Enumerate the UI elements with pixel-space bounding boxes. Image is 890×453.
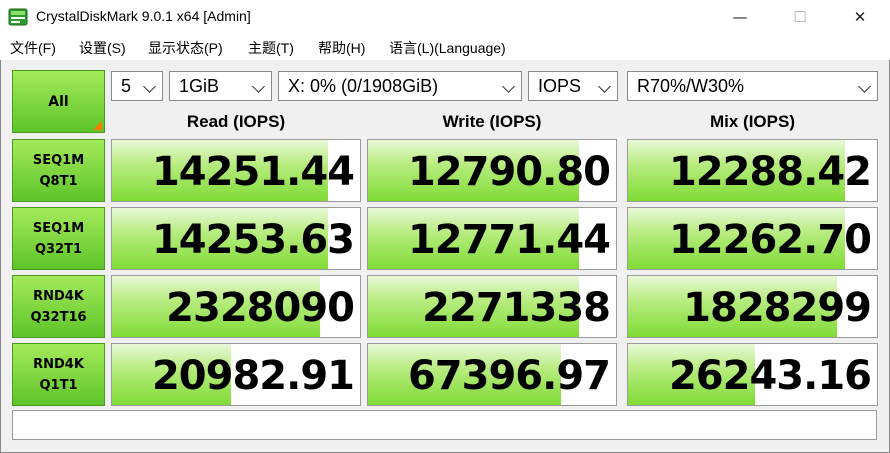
column-header-read: Read (IOPS) xyxy=(186,112,286,131)
window-title: CrystalDiskMark 9.0.1 x64 [Admin] xyxy=(36,8,251,24)
result-cell-read: 2328090 xyxy=(111,275,361,338)
result-cell-read: 14251.44 xyxy=(111,139,361,202)
run-all-button[interactable]: All xyxy=(12,70,105,133)
chevron-down-icon xyxy=(252,80,265,93)
result-value: 14251.44 xyxy=(151,149,355,195)
result-value: 14253.63 xyxy=(151,217,355,263)
result-value: 12771.44 xyxy=(407,217,611,263)
result-value: 2271338 xyxy=(422,285,611,331)
test-count-select[interactable]: 5 xyxy=(111,71,163,101)
result-cell-write: 67396.97 xyxy=(367,343,617,406)
result-value: 12288.42 xyxy=(668,149,872,195)
test-button-seq1m-q8t1[interactable]: SEQ1M Q8T1 xyxy=(12,139,105,202)
result-value: 12262.70 xyxy=(668,217,872,263)
test-size-value: 1GiB xyxy=(179,76,220,96)
result-cell-mix: 1828299 xyxy=(627,275,878,338)
close-button[interactable]: ✕ xyxy=(830,0,890,34)
test-name-line2: Q8T1 xyxy=(39,173,78,189)
test-size-select[interactable]: 1GiB xyxy=(169,71,272,101)
test-button-seq1m-q32t1[interactable]: SEQ1M Q32T1 xyxy=(12,207,105,270)
test-button-rnd4k-q1t1[interactable]: RND4K Q1T1 xyxy=(12,343,105,406)
result-cell-mix: 12262.70 xyxy=(627,207,878,270)
mix-ratio-value: R70%/W30% xyxy=(637,76,745,96)
test-name-line2: Q32T1 xyxy=(34,241,83,257)
test-name-line1: SEQ1M xyxy=(32,220,85,236)
result-value: 2328090 xyxy=(166,285,355,331)
result-value: 12790.80 xyxy=(407,149,611,195)
drive-select[interactable]: X: 0% (0/1908GiB) xyxy=(278,71,522,101)
test-name-line1: SEQ1M xyxy=(32,152,85,168)
minimize-button[interactable]: — xyxy=(710,0,770,34)
unit-value: IOPS xyxy=(538,76,582,96)
menu-bar: 文件(F) 设置(S) 显示状态(P) 主题(T) 帮助(H) 语言(L)(La… xyxy=(0,34,890,60)
result-cell-read: 20982.91 xyxy=(111,343,361,406)
result-cell-write: 12771.44 xyxy=(367,207,617,270)
chevron-down-icon xyxy=(143,80,156,93)
maximize-button[interactable]: ☐ xyxy=(770,0,830,34)
column-header-mix: Mix (IOPS) xyxy=(709,112,795,131)
mix-ratio-select[interactable]: R70%/W30% xyxy=(627,71,878,101)
column-header-write: Write (IOPS) xyxy=(442,112,542,131)
test-name-line2: Q1T1 xyxy=(39,377,78,393)
status-bar xyxy=(12,410,877,440)
test-count-value: 5 xyxy=(121,76,132,96)
result-value: 26243.16 xyxy=(668,353,872,399)
result-value: 67396.97 xyxy=(407,353,611,399)
result-value: 20982.91 xyxy=(151,353,355,399)
chevron-down-icon xyxy=(502,80,515,93)
menu-file[interactable]: 文件(F) xyxy=(10,38,56,58)
menu-language[interactable]: 语言(L)(Language) xyxy=(389,38,506,58)
result-cell-mix: 12288.42 xyxy=(627,139,878,202)
result-cell-write: 12790.80 xyxy=(367,139,617,202)
menu-theme[interactable]: 主题(T) xyxy=(248,38,294,58)
result-cell-read: 14253.63 xyxy=(111,207,361,270)
menu-help[interactable]: 帮助(H) xyxy=(318,38,365,58)
unit-select[interactable]: IOPS xyxy=(528,71,618,101)
title-bar[interactable]: CrystalDiskMark 9.0.1 x64 [Admin] — ☐ ✕ xyxy=(0,0,890,34)
drive-value: X: 0% (0/1908GiB) xyxy=(288,76,439,96)
run-all-label: All xyxy=(48,93,69,110)
result-cell-write: 2271338 xyxy=(367,275,617,338)
test-name-line2: Q32T16 xyxy=(30,309,87,325)
result-value: 1828299 xyxy=(683,285,872,331)
test-name-line1: RND4K xyxy=(33,356,84,372)
menu-display-status[interactable]: 显示状态(P) xyxy=(148,38,223,58)
test-button-rnd4k-q32t16[interactable]: RND4K Q32T16 xyxy=(12,275,105,338)
chevron-down-icon xyxy=(858,80,871,93)
result-cell-mix: 26243.16 xyxy=(627,343,878,406)
app-disk-icon xyxy=(8,8,28,26)
menu-settings[interactable]: 设置(S) xyxy=(79,38,126,58)
chevron-down-icon xyxy=(598,80,611,93)
corner-marker-icon xyxy=(93,121,102,130)
test-name-line1: RND4K xyxy=(33,288,84,304)
